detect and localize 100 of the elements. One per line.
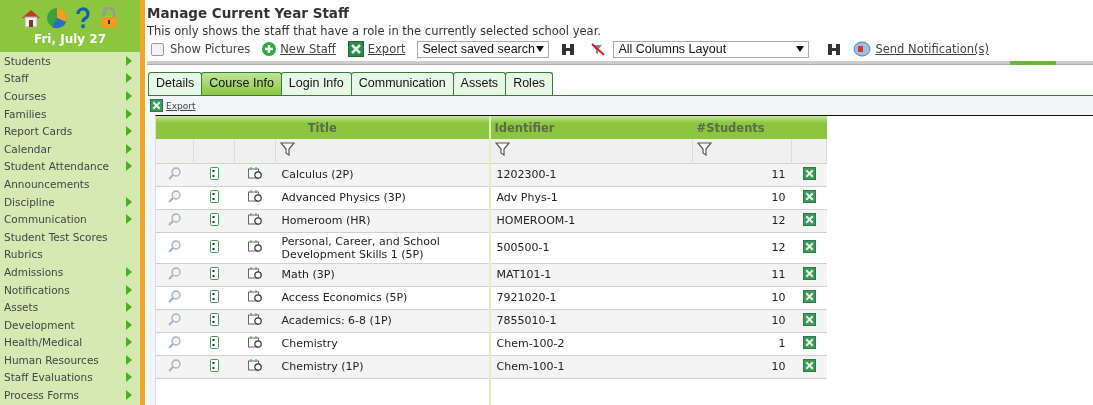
sidebar-item[interactable]: Discipline bbox=[4, 195, 55, 208]
tab[interactable]: Assets bbox=[452, 72, 507, 95]
sidebar-item[interactable]: Notifications bbox=[4, 283, 70, 296]
collapse-handle[interactable] bbox=[1010, 61, 1056, 65]
calendar-icon[interactable] bbox=[248, 313, 262, 325]
table-cell: 1 bbox=[778, 337, 786, 350]
spreadsheet-icon[interactable] bbox=[802, 212, 816, 226]
sidebar-item[interactable]: Report Cards bbox=[4, 125, 73, 138]
tab[interactable]: Course Info bbox=[201, 72, 282, 95]
table-cell: 7921020-1 bbox=[496, 291, 557, 304]
calendar-icon[interactable] bbox=[248, 213, 262, 225]
tab[interactable]: Communication bbox=[350, 72, 454, 95]
sidebar-item[interactable]: Student Attendance bbox=[4, 160, 109, 173]
spreadsheet-icon[interactable] bbox=[347, 41, 364, 57]
table-cell: 500500-1 bbox=[496, 241, 550, 254]
binoculars-icon[interactable] bbox=[561, 42, 576, 56]
tab[interactable]: Roles bbox=[505, 72, 554, 95]
sidebar-item[interactable]: Student Test Scores bbox=[4, 230, 108, 243]
sidebar-item[interactable]: Process Forms bbox=[4, 389, 80, 402]
table-cell: Math (3P) bbox=[281, 268, 335, 281]
document-icon[interactable] bbox=[209, 212, 219, 226]
document-icon[interactable] bbox=[209, 358, 219, 372]
filter-icon[interactable] bbox=[280, 142, 295, 157]
table-cell: 11 bbox=[771, 268, 786, 281]
document-icon[interactable] bbox=[209, 266, 219, 280]
document-icon[interactable] bbox=[209, 289, 219, 303]
add-icon[interactable] bbox=[262, 42, 277, 56]
spreadsheet-icon[interactable] bbox=[802, 166, 816, 180]
page-description: This only shows the staff that have a role in the currently selected school year. bbox=[147, 24, 602, 39]
caret-icon bbox=[796, 46, 805, 52]
table-cell: Personal, Career, and School Development Skills 1 (5P) bbox=[281, 234, 440, 261]
sidebar-item[interactable]: Development bbox=[4, 318, 75, 331]
sidebar-item[interactable]: Admissions bbox=[4, 265, 64, 278]
binoculars-icon[interactable] bbox=[827, 42, 842, 56]
table-cell: HOMEROOM-1 bbox=[496, 214, 576, 227]
clear-filter-icon[interactable] bbox=[591, 42, 606, 56]
notification-icon[interactable] bbox=[853, 41, 872, 57]
document-icon[interactable] bbox=[209, 335, 219, 349]
table-cell: 10 bbox=[771, 360, 786, 373]
sidebar-item[interactable]: Human Resources bbox=[4, 353, 99, 366]
table-cell: 7855010-1 bbox=[496, 314, 557, 327]
export-link[interactable]: Export bbox=[166, 100, 196, 111]
sidebar-item[interactable]: Students bbox=[4, 54, 51, 67]
tab[interactable]: Login Info bbox=[280, 72, 352, 95]
layout-dropdown[interactable]: All Columns Layout bbox=[613, 40, 810, 58]
table-cell: Chem-100-2 bbox=[496, 337, 565, 350]
show-pictures-checkbox[interactable] bbox=[151, 42, 164, 56]
spreadsheet-icon[interactable] bbox=[802, 358, 816, 372]
table-cell: Calculus (2P) bbox=[281, 168, 354, 181]
column-header: Title bbox=[156, 116, 490, 139]
spreadsheet-icon[interactable] bbox=[802, 335, 816, 349]
calendar-icon[interactable] bbox=[248, 290, 262, 302]
sidebar-item[interactable]: Families bbox=[4, 107, 47, 120]
sidebar-item[interactable]: Courses bbox=[4, 90, 47, 102]
table-cell: 10 bbox=[771, 191, 786, 204]
calendar-icon[interactable] bbox=[248, 240, 262, 252]
table-cell: 10 bbox=[771, 291, 786, 304]
sidebar-item[interactable]: Communication bbox=[4, 213, 87, 226]
column-header: #Students bbox=[692, 116, 792, 139]
table-cell: Homeroom (HR) bbox=[281, 214, 371, 227]
calendar-icon[interactable] bbox=[248, 267, 262, 279]
spreadsheet-icon[interactable] bbox=[802, 189, 816, 203]
table-cell: 11 bbox=[771, 168, 786, 181]
table-cell: Chemistry bbox=[281, 337, 338, 350]
filter-icon[interactable] bbox=[697, 142, 712, 157]
sidebar-item[interactable]: Staff bbox=[4, 72, 29, 85]
spreadsheet-icon[interactable] bbox=[802, 239, 816, 253]
page-title: Manage Current Year Staff bbox=[147, 4, 350, 22]
calendar-icon[interactable] bbox=[248, 336, 262, 348]
show-pictures-label: Show Pictures bbox=[170, 42, 251, 56]
table-cell: Chem-100-1 bbox=[496, 360, 565, 373]
table-cell: MAT101-1 bbox=[496, 268, 552, 281]
table-cell: 1202300-1 bbox=[496, 168, 557, 181]
spreadsheet-icon[interactable] bbox=[802, 266, 816, 280]
document-icon[interactable] bbox=[209, 312, 219, 326]
export-link[interactable]: Export bbox=[367, 42, 406, 56]
sidebar-item[interactable]: Assets bbox=[4, 301, 39, 314]
sidebar-item[interactable]: Rubrics bbox=[4, 248, 43, 261]
sidebar-item[interactable]: Announcements bbox=[4, 177, 90, 190]
send-notification-link[interactable]: Send Notification(s) bbox=[875, 42, 989, 56]
table-cell: Chemistry (1P) bbox=[281, 360, 364, 373]
document-icon[interactable] bbox=[209, 239, 219, 253]
sidebar-item[interactable]: Calendar bbox=[4, 142, 52, 155]
calendar-icon[interactable] bbox=[248, 167, 262, 179]
table-cell: Access Economics (5P) bbox=[281, 291, 408, 304]
calendar-icon[interactable] bbox=[248, 359, 262, 371]
tab[interactable]: Details bbox=[148, 72, 203, 95]
document-icon[interactable] bbox=[209, 189, 219, 203]
new-staff-link[interactable]: New Staff bbox=[280, 42, 336, 56]
table-cell: Adv Phys-1 bbox=[496, 191, 558, 204]
calendar-icon[interactable] bbox=[248, 190, 262, 202]
saved-search-dropdown[interactable]: Select saved search bbox=[417, 40, 550, 58]
sidebar-item[interactable]: Health/Medical bbox=[4, 336, 83, 349]
sidebar-item[interactable]: Staff Evaluations bbox=[4, 371, 93, 384]
spreadsheet-icon[interactable] bbox=[802, 312, 816, 326]
document-icon[interactable] bbox=[209, 166, 219, 180]
spreadsheet-icon[interactable] bbox=[150, 99, 163, 112]
spreadsheet-icon[interactable] bbox=[802, 289, 816, 303]
filter-icon[interactable] bbox=[494, 142, 510, 157]
table-cell: Advanced Physics (3P) bbox=[281, 191, 406, 204]
